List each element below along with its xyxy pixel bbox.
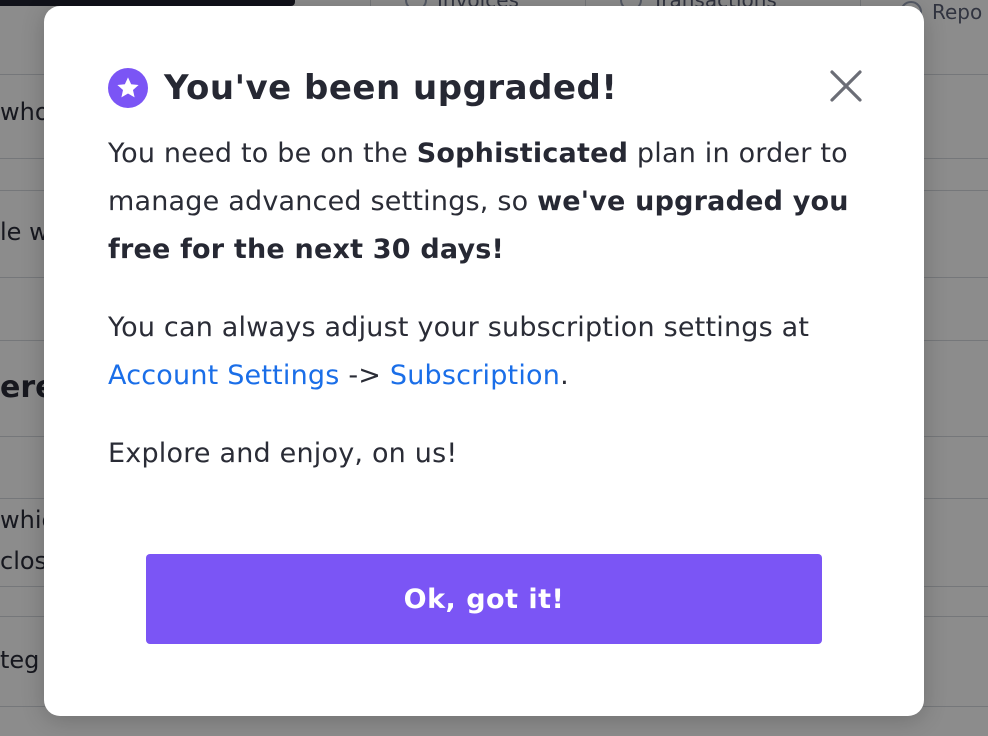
- upgrade-message: You need to be on the Sophisticated plan…: [108, 130, 860, 274]
- star-icon: [108, 68, 148, 108]
- plan-name: Sophisticated: [416, 138, 629, 169]
- settings-message: You can always adjust your subscription …: [108, 304, 860, 400]
- message-text: You need to be on the: [108, 138, 417, 169]
- modal-title: You've been upgraded!: [164, 68, 618, 108]
- message-text: .: [560, 360, 569, 391]
- ok-got-it-button[interactable]: Ok, got it!: [146, 554, 822, 644]
- close-button[interactable]: [828, 68, 864, 104]
- account-settings-link[interactable]: Account Settings: [108, 360, 340, 391]
- modal-header: You've been upgraded!: [108, 66, 860, 110]
- enjoy-message: Explore and enjoy, on us!: [108, 438, 458, 469]
- subscription-link[interactable]: Subscription: [390, 360, 560, 391]
- modal-body: You need to be on the Sophisticated plan…: [108, 130, 860, 478]
- close-icon: [830, 70, 862, 102]
- message-text: You can always adjust your subscription …: [108, 312, 810, 343]
- upgrade-modal: You've been upgraded! You need to be on …: [44, 6, 924, 716]
- path-separator: ->: [339, 360, 390, 391]
